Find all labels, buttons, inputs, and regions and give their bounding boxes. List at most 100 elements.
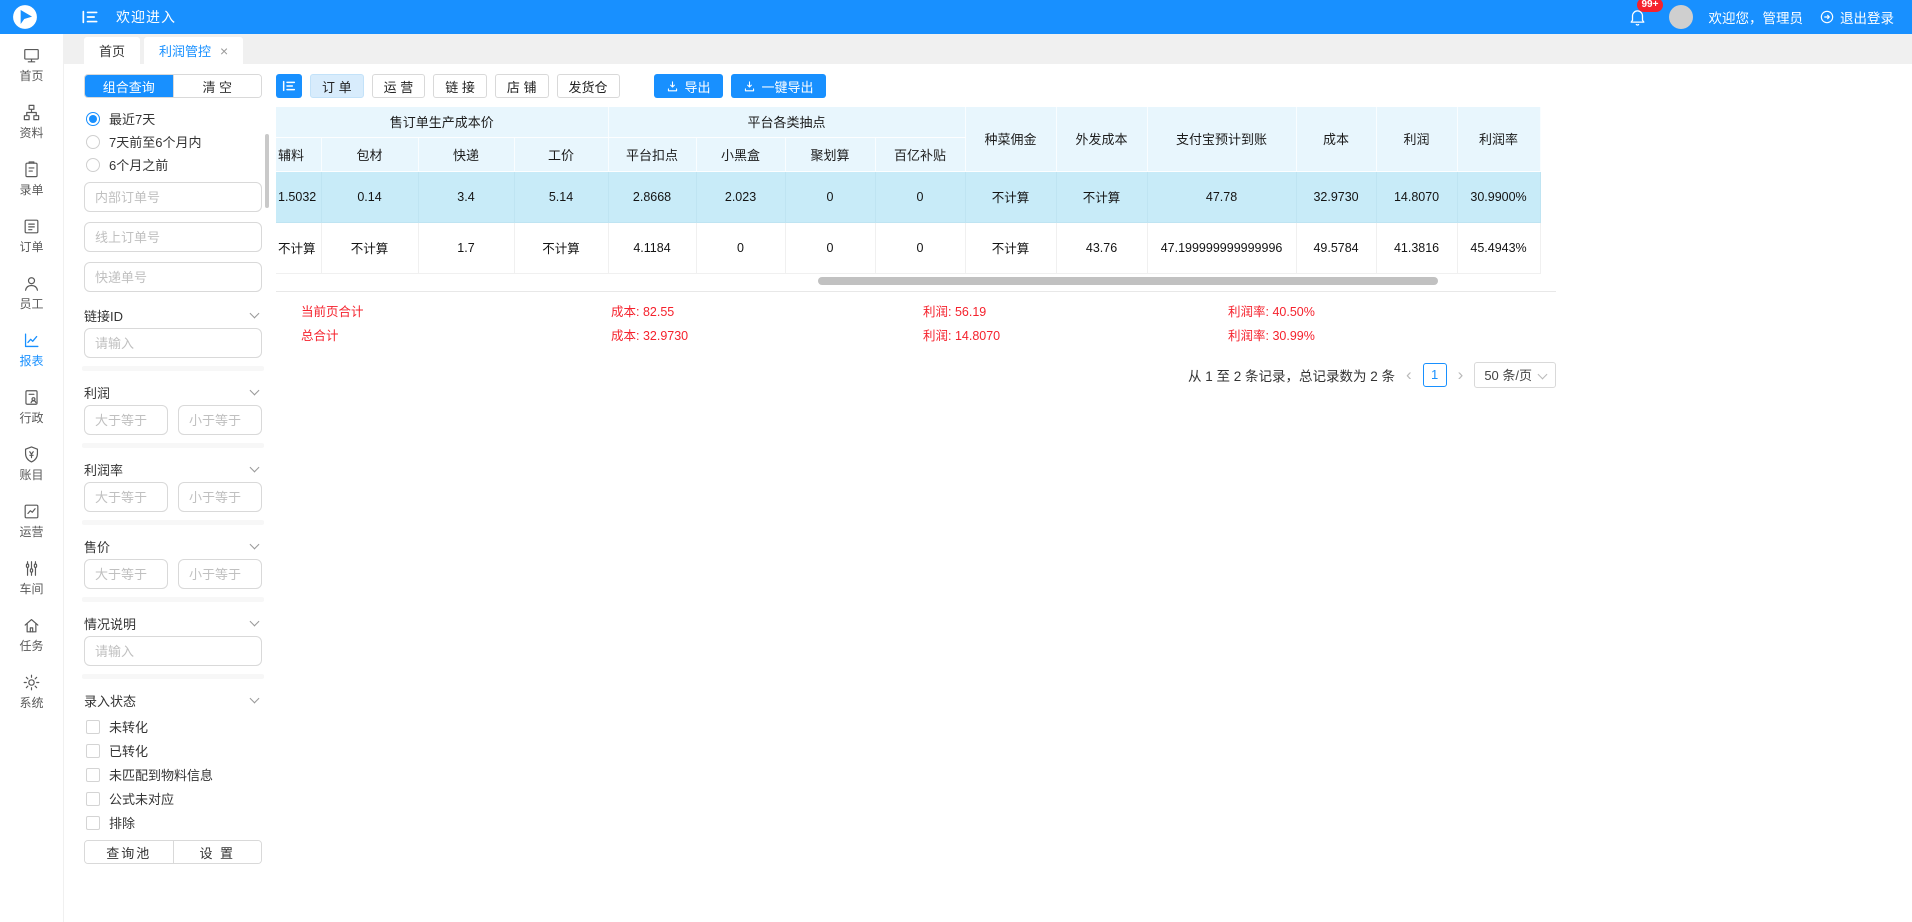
cell[interactable]: 不计算 [321, 222, 418, 273]
checkbox-not-converted[interactable]: 未转化 [86, 717, 262, 736]
section-profit-rate-header[interactable]: 利润率 [84, 456, 262, 482]
profit-max-input[interactable] [178, 405, 262, 435]
divider [82, 674, 264, 679]
cell[interactable]: 32.9730 [1296, 171, 1376, 222]
cell[interactable]: 0 [785, 171, 875, 222]
sidebar-item-tasks[interactable]: 任务 [19, 616, 43, 653]
checkbox-formula-mismatch[interactable]: 公式未对应 [86, 789, 262, 808]
next-page-icon[interactable]: › [1456, 366, 1466, 383]
cell[interactable]: 0 [875, 171, 965, 222]
online-order-input[interactable] [84, 222, 262, 252]
cell[interactable]: 2.023 [696, 171, 785, 222]
sidebar-item-accounts[interactable]: 账目 [19, 445, 43, 482]
scrollbar-thumb[interactable] [818, 277, 1438, 285]
avatar[interactable] [1669, 5, 1693, 29]
app-logo-icon[interactable] [12, 4, 38, 30]
section-profit-header[interactable]: 利润 [84, 379, 262, 405]
section-entry-status-header[interactable]: 录入状态 [84, 687, 262, 713]
sidebar-item-staff[interactable]: 员工 [19, 274, 43, 311]
sidebar-item-system[interactable]: 系统 [19, 673, 43, 710]
clear-button[interactable]: 清 空 [173, 75, 262, 97]
cell[interactable]: 0.14 [321, 171, 418, 222]
cell[interactable]: 不计算 [514, 222, 608, 273]
cell[interactable]: 不计算 [276, 222, 321, 273]
cell[interactable]: 0 [696, 222, 785, 273]
section-price-header[interactable]: 售价 [84, 533, 262, 559]
cell[interactable]: 0 [785, 222, 875, 273]
checkbox-converted[interactable]: 已转化 [86, 741, 262, 760]
combined-query-button[interactable]: 组合查询 [85, 75, 173, 97]
filter-scrollbar[interactable] [265, 134, 269, 208]
panel-collapse-button[interactable] [276, 74, 302, 98]
cell[interactable]: 不计算 [965, 222, 1056, 273]
profit-min-input[interactable] [84, 405, 168, 435]
notification-bell-icon[interactable]: 99+ [1628, 8, 1647, 27]
profit-rate-min-input[interactable] [84, 482, 168, 512]
checkbox-no-material-match[interactable]: 未匹配到物料信息 [86, 765, 262, 784]
view-tab-orders[interactable]: 订 单 [310, 74, 364, 98]
cell[interactable]: 43.76 [1056, 222, 1147, 273]
sidebar-item-orders[interactable]: 订单 [19, 217, 43, 254]
sidebar-item-operations[interactable]: 运营 [19, 502, 43, 539]
sidebar-item-home[interactable]: 首页 [19, 46, 43, 83]
logout-button[interactable]: 退出登录 [1819, 7, 1894, 27]
table-row[interactable]: 1.5032 0.14 3.4 5.14 2.8668 2.023 0 0 不计… [276, 171, 1540, 222]
column-header-billion-subsidy: 百亿补贴 [875, 137, 965, 171]
cell[interactable]: 1.5032 [276, 171, 321, 222]
sidebar-item-workshop[interactable]: 车间 [19, 559, 43, 596]
sidebar-item-data[interactable]: 资料 [19, 103, 43, 140]
radio-7d-to-6m[interactable]: 7天前至6个月内 [86, 132, 262, 151]
notification-badge: 99+ [1637, 0, 1664, 12]
radio-last-7-days[interactable]: 最近7天 [86, 109, 262, 128]
note-input[interactable] [84, 636, 262, 666]
cell[interactable]: 1.7 [418, 222, 514, 273]
divider [82, 443, 264, 448]
export-button[interactable]: 导出 [654, 74, 723, 98]
price-max-input[interactable] [178, 559, 262, 589]
table-row[interactable]: 不计算 不计算 1.7 不计算 4.1184 0 0 0 不计算 43.76 4… [276, 222, 1540, 273]
cell[interactable]: 47.78 [1147, 171, 1296, 222]
cell[interactable]: 14.8070 [1376, 171, 1457, 222]
section-title: 售价 [84, 537, 110, 556]
page-number-button[interactable]: 1 [1423, 363, 1447, 387]
checkbox-excluded[interactable]: 排除 [86, 813, 262, 832]
internal-order-input[interactable] [84, 182, 262, 212]
cell[interactable]: 不计算 [1056, 171, 1147, 222]
link-id-input[interactable] [84, 328, 262, 358]
page-size-select[interactable]: 50 条/页 [1474, 362, 1556, 388]
cell[interactable]: 45.4943% [1457, 222, 1540, 273]
view-tab-warehouse[interactable]: 发货仓 [557, 74, 620, 98]
cell[interactable]: 4.1184 [608, 222, 696, 273]
query-pool-button[interactable]: 查询池 [85, 841, 173, 863]
cell[interactable]: 5.14 [514, 171, 608, 222]
cell[interactable]: 不计算 [965, 171, 1056, 222]
view-tab-links[interactable]: 链 接 [433, 74, 487, 98]
cell[interactable]: 47.199999999999996 [1147, 222, 1296, 273]
price-min-input[interactable] [84, 559, 168, 589]
cell[interactable]: 49.5784 [1296, 222, 1376, 273]
settings-button[interactable]: 设 置 [173, 841, 262, 863]
cell[interactable]: 0 [875, 222, 965, 273]
tracking-number-input[interactable] [84, 262, 262, 292]
tab-home[interactable]: 首页 [84, 37, 140, 64]
sidebar-item-entry[interactable]: 录单 [19, 160, 43, 197]
cell[interactable]: 41.3816 [1376, 222, 1457, 273]
close-icon[interactable]: × [220, 44, 228, 58]
menu-fold-icon[interactable] [80, 7, 100, 27]
radio-before-6m[interactable]: 6个月之前 [86, 155, 262, 174]
cell[interactable]: 30.9900% [1457, 171, 1540, 222]
sidebar-item-reports[interactable]: 报表 [19, 331, 43, 368]
section-link-id-header[interactable]: 链接ID [84, 302, 262, 328]
profit-rate-max-input[interactable] [178, 482, 262, 512]
view-tab-operations[interactable]: 运 营 [372, 74, 426, 98]
cell[interactable]: 3.4 [418, 171, 514, 222]
sidebar-item-admin[interactable]: 行政 [19, 388, 43, 425]
view-tab-shops[interactable]: 店 铺 [495, 74, 549, 98]
tab-profit-control[interactable]: 利润管控 × [144, 37, 243, 64]
cell[interactable]: 2.8668 [608, 171, 696, 222]
prev-page-icon[interactable]: ‹ [1404, 366, 1414, 383]
chevron-down-icon [250, 309, 260, 319]
export-all-button[interactable]: 一键导出 [731, 74, 826, 98]
section-note-header[interactable]: 情况说明 [84, 610, 262, 636]
sidebar-item-label: 员工 [19, 298, 43, 311]
